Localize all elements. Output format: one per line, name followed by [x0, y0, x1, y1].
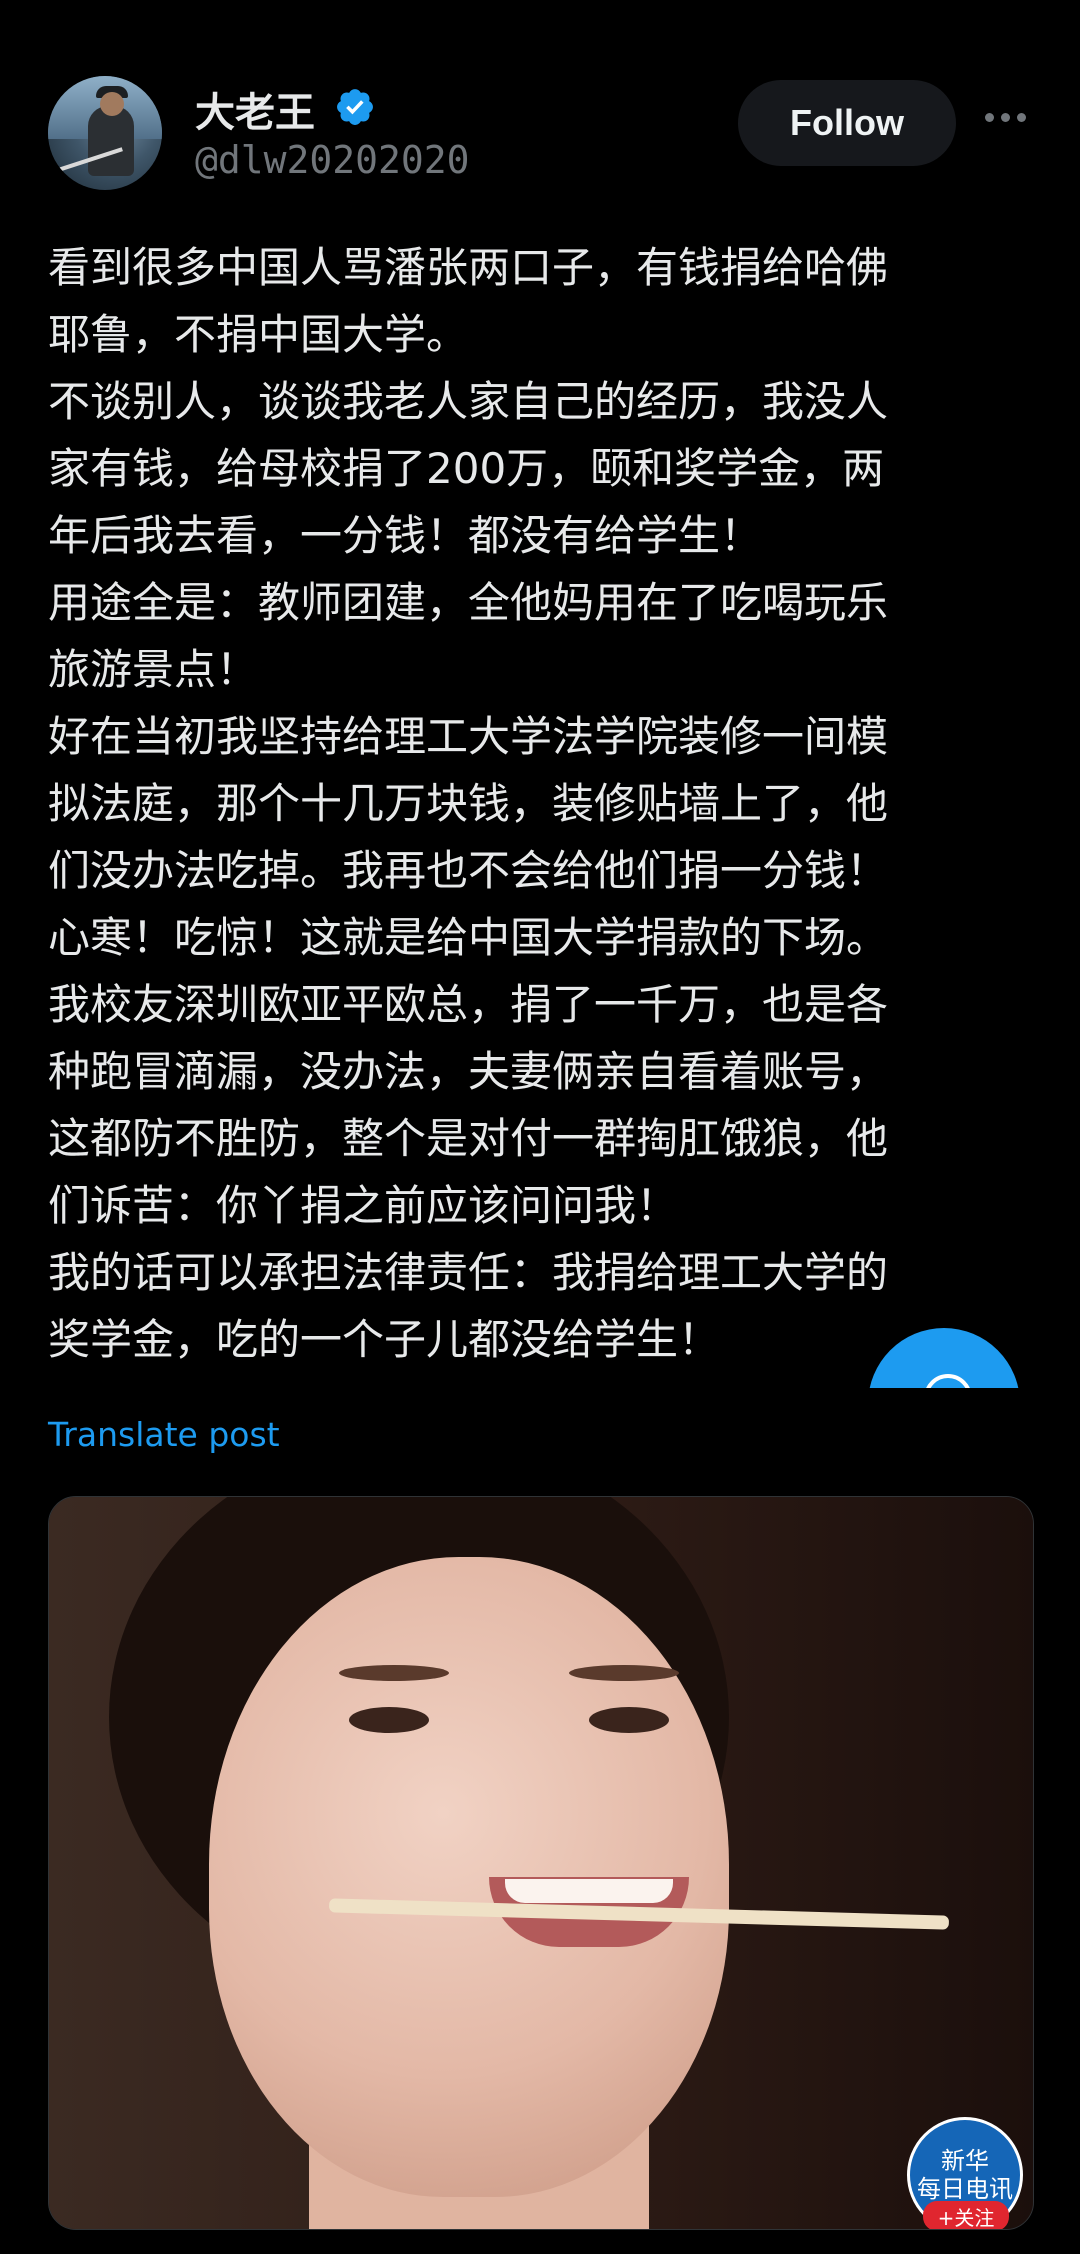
post-line: 不谈别人，谈谈我老人家自己的经历，我没人 [48, 377, 889, 426]
media-left-brow [339, 1665, 449, 1681]
post-line: 耶鲁，不捐中国大学。 [48, 310, 469, 359]
author-avatar[interactable] [48, 76, 162, 190]
more-dot [1001, 113, 1010, 122]
post-line: 年后我去看，一分钱！都没有给学生！ [48, 511, 763, 560]
verified-badge-icon [337, 89, 373, 125]
post-line: 心寒！吃惊！这就是给中国大学捐款的下场。 [48, 913, 889, 962]
post-line: 我校友深圳欧亚平欧总，捐了一千万，也是各 [48, 980, 889, 1029]
more-options-icon[interactable] [985, 110, 1027, 124]
post-line: 家有钱，给母校捐了200万，颐和奖学金，两 [48, 444, 885, 493]
post-line: 用途全是：教师团建，全他妈用在了吃喝玩乐 [48, 578, 889, 627]
post-line: 看到很多中国人骂潘张两口子，有钱捐给哈佛 [48, 243, 889, 292]
author-handle[interactable]: @dlw20202020 [195, 138, 470, 182]
post-line: 好在当初我坚持给理工大学法学院装修一间模 [48, 712, 889, 761]
floating-action-button[interactable] [868, 1328, 1020, 1388]
post-line: 们诉苦：你丫捐之前应该问问我！ [48, 1181, 679, 1230]
translate-post-link[interactable]: Translate post [48, 1415, 280, 1454]
watermark-follow: +关注 [923, 2201, 1009, 2229]
more-dot [985, 113, 994, 122]
post-text: 看到很多中国人骂潘张两口子，有钱捐给哈佛 耶鲁，不捐中国大学。 不谈别人，谈谈我… [48, 234, 1028, 1373]
post-line: 拟法庭，那个十几万块钱，装修贴墙上了，他 [48, 779, 889, 828]
media-left-eye [349, 1707, 429, 1733]
media-right-eye [589, 1707, 669, 1733]
post-media-image[interactable]: 新华 每日电讯 +关注 [48, 1496, 1034, 2230]
watermark-line-1: 新华 [941, 2147, 989, 2175]
media-teeth [505, 1879, 673, 1903]
post-line: 们没办法吃掉。我再也不会给他们捐一分钱！ [48, 846, 889, 895]
post-line: 旅游景点！ [48, 645, 259, 694]
post-line: 我的话可以承担法律责任：我捐给理工大学的 [48, 1248, 889, 1297]
media-right-brow [569, 1665, 679, 1681]
post-line: 这都防不胜防，整个是对付一群掏肛饿狼，他 [48, 1114, 889, 1163]
author-display-name[interactable]: 大老王 [195, 80, 315, 138]
more-dot [1017, 113, 1026, 122]
avatar-person [88, 106, 134, 176]
watermark-line-2: 每日电讯 [917, 2175, 1013, 2203]
post-line: 种跑冒滴漏，没办法，夫妻俩亲自看着账号， [48, 1047, 889, 1096]
follow-button[interactable]: Follow [738, 80, 956, 166]
avatar-head [100, 92, 124, 116]
